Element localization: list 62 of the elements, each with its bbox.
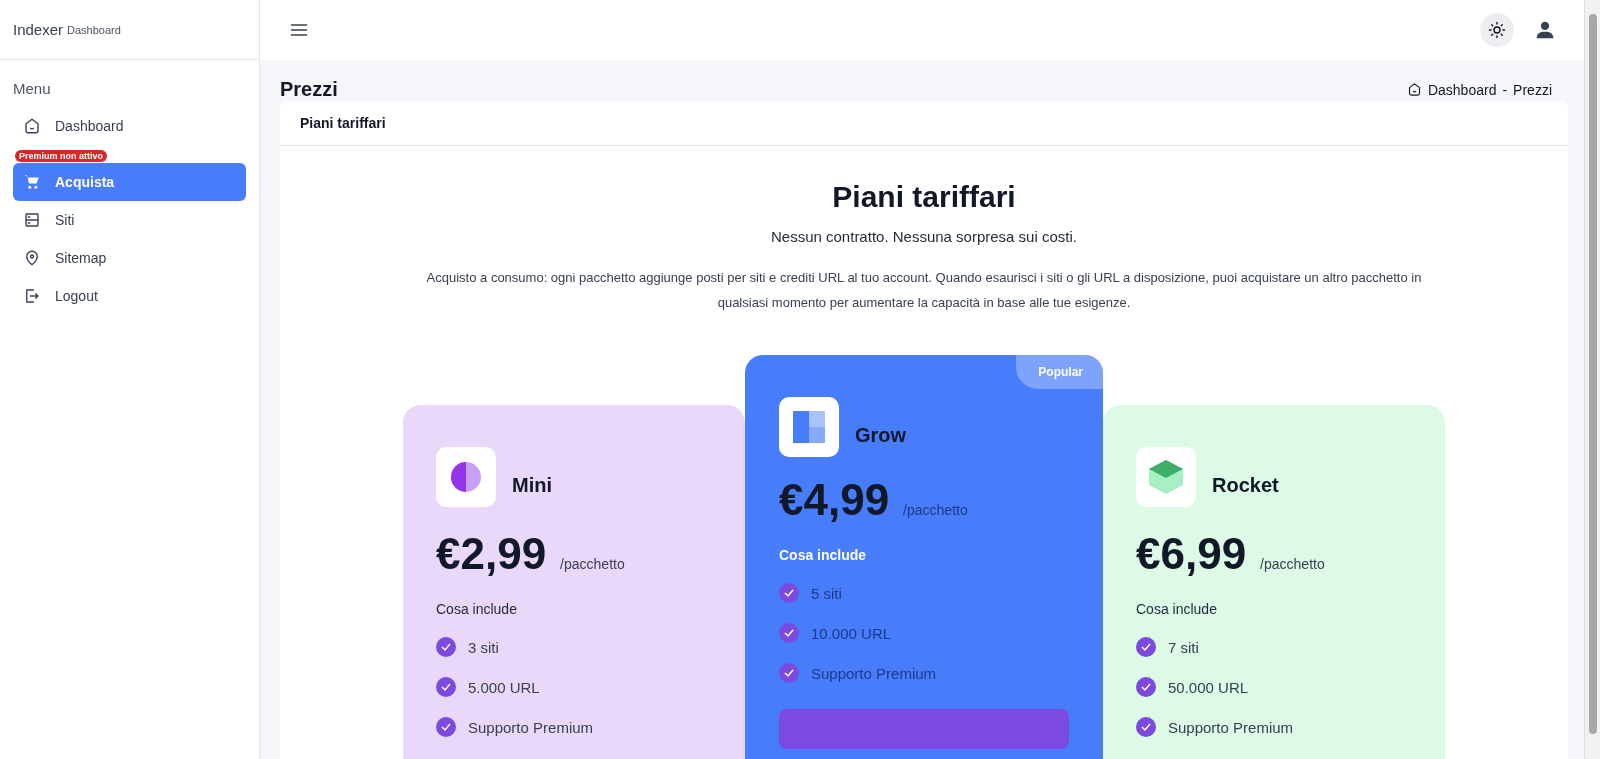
plan-name: Rocket <box>1212 474 1279 497</box>
sun-icon <box>1488 21 1506 39</box>
check-icon <box>436 637 456 657</box>
sidebar-item[interactable]: Logout <box>13 277 246 315</box>
brand-name: Indexer <box>13 21 64 38</box>
feature-text: 7 siti <box>1168 638 1199 656</box>
breadcrumb-separator: - <box>1502 81 1508 98</box>
includes-label: Cosa include <box>779 547 868 563</box>
price-unit: /pacchetto <box>1260 556 1325 572</box>
plan-name: Grow <box>855 424 907 447</box>
home-icon <box>1406 82 1422 97</box>
check-icon <box>436 677 456 697</box>
plan-price: €6,99 <box>1136 529 1247 579</box>
sidebar-item[interactable]: Siti <box>13 201 246 239</box>
price-unit: /pacchetto <box>903 502 968 518</box>
half-circle-icon <box>450 461 482 493</box>
pricing-subtitle: Nessun contratto. Nessuna sorpresa sui costi. <box>770 228 1078 245</box>
user-icon <box>1535 20 1555 40</box>
check-icon <box>1136 677 1156 697</box>
location-pin-icon <box>23 249 41 267</box>
home-icon <box>23 117 41 135</box>
plan-name: Mini <box>512 474 552 497</box>
status-badge: Premium non attivo <box>15 150 107 162</box>
breadcrumb-link[interactable]: Dashboard <box>1427 81 1497 98</box>
check-icon <box>1136 717 1156 737</box>
check-icon <box>436 717 456 737</box>
scrollbar[interactable] <box>1584 0 1600 759</box>
feature-text: 50.000 URL <box>1168 678 1249 696</box>
feature-text: Supporto Premium <box>811 664 937 682</box>
cart-icon <box>23 173 41 191</box>
feature-text: Supporto Premium <box>468 718 594 736</box>
check-icon <box>1136 637 1156 657</box>
price-unit: /pacchetto <box>560 556 625 572</box>
feature-text: 5 siti <box>811 584 842 602</box>
logout-icon <box>23 287 41 305</box>
squares-icon <box>793 411 825 443</box>
menu-heading: Menu <box>13 80 52 97</box>
sidebar-item[interactable]: Sitemap <box>13 239 246 277</box>
pricing-heading: Piani tariffari <box>831 180 1017 214</box>
brand-subtitle: Dashboard <box>67 23 121 36</box>
check-icon <box>779 583 799 603</box>
includes-label: Cosa include <box>436 601 518 617</box>
sidebar-item[interactable]: Dashboard <box>13 107 246 145</box>
breadcrumb-link[interactable]: Prezzi <box>1513 81 1552 98</box>
feature-text: 10.000 URL <box>811 624 892 642</box>
theme-toggle-button[interactable] <box>1480 13 1514 47</box>
panel-title: Piani tariffari <box>280 101 1568 146</box>
check-icon <box>779 663 799 683</box>
scrollbar-thumb[interactable] <box>1588 14 1597 734</box>
feature-text: 5.000 URL <box>468 678 540 696</box>
plan-price: €2,99 <box>436 529 547 579</box>
includes-label: Cosa include <box>1136 601 1218 617</box>
check-icon <box>779 623 799 643</box>
sidebar-item[interactable]: Acquista <box>13 163 246 201</box>
page-title: Prezzi <box>280 78 338 101</box>
pricing-description: Acquisto a consumo: ogni pacchetto aggiunge posti per siti e crediti URL al tuo account. Quando esaurisci i siti o gli URL a disposizione, puoi acquistare un altro pacchetto in qualsiasi momento per aumentare la capacità in base alle tue esigenze. <box>425 269 1423 312</box>
popular-badge: Popular <box>1016 355 1103 389</box>
cube-icon <box>1147 458 1185 496</box>
feature-text: Supporto Premium <box>1168 718 1294 736</box>
plan-price: €4,99 <box>779 475 890 525</box>
server-icon <box>23 211 41 229</box>
feature-text: 3 siti <box>468 638 499 656</box>
